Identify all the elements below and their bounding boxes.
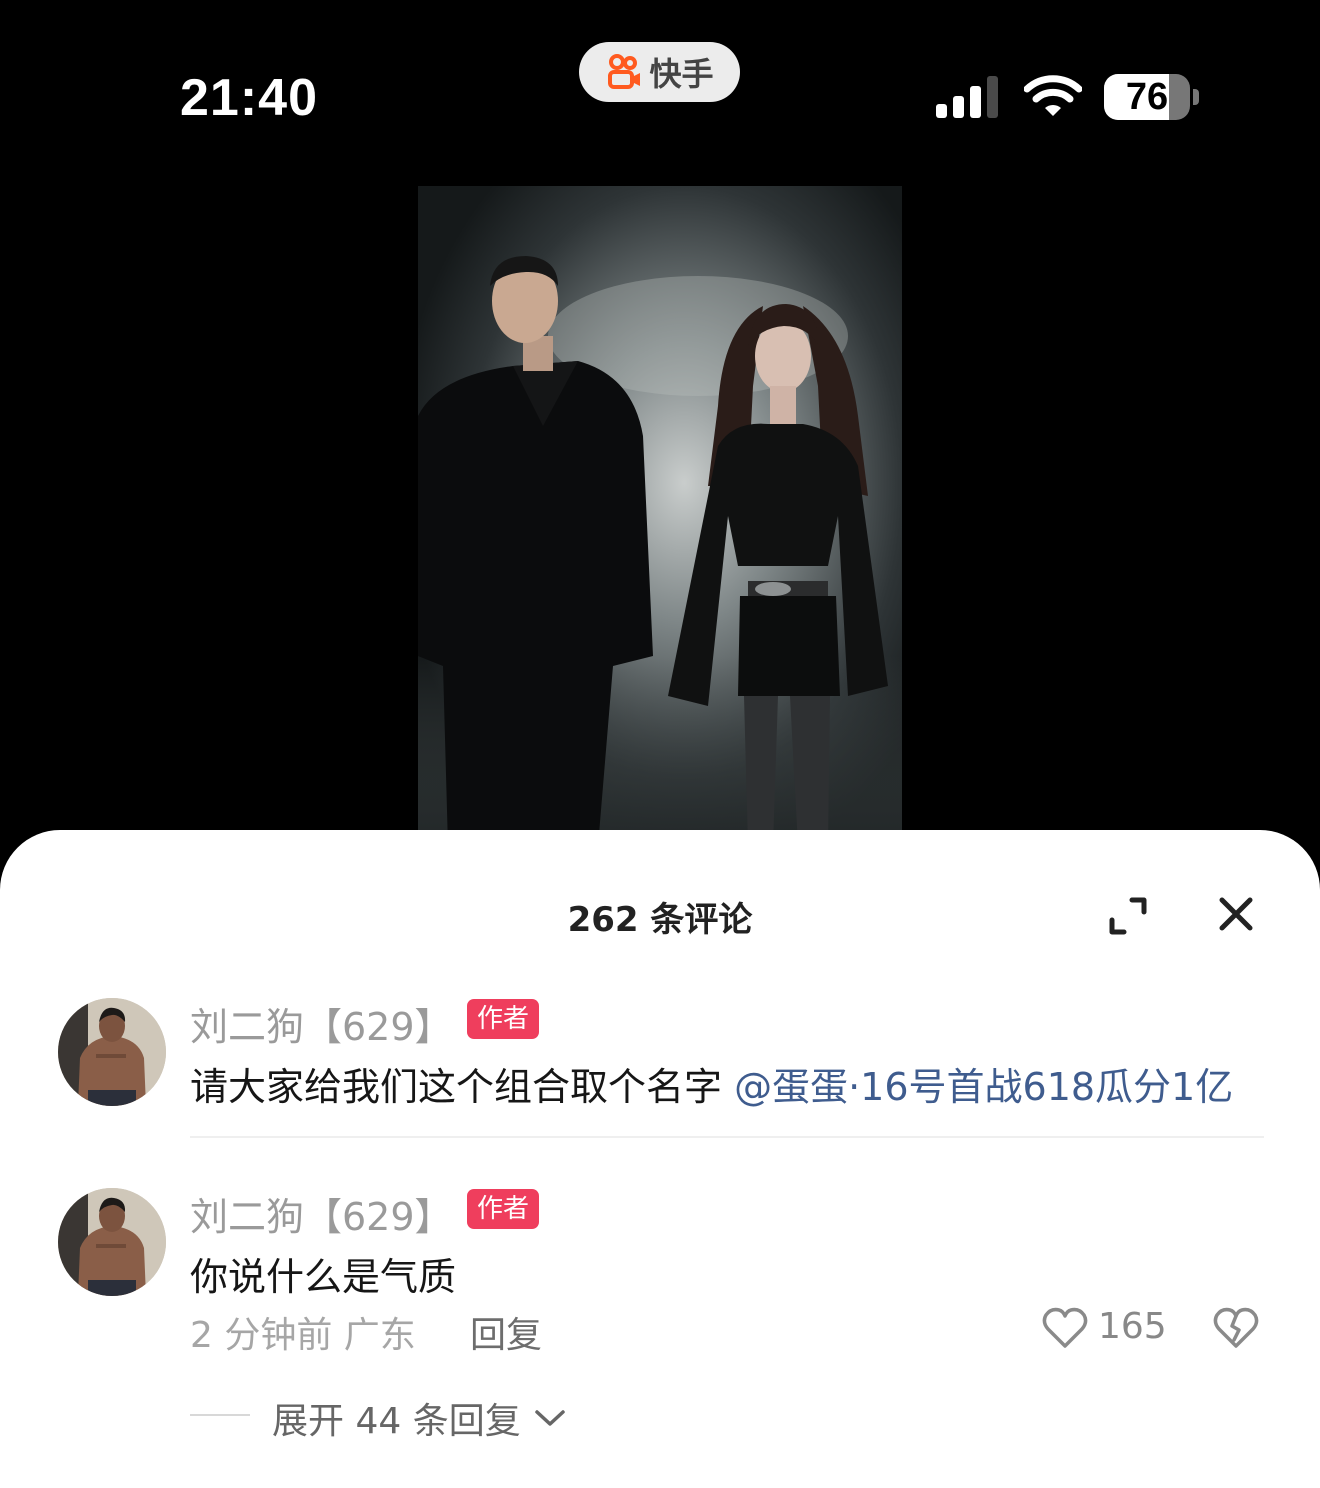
- battery-indicator: 76: [1104, 74, 1200, 120]
- cellular-signal-icon: [936, 76, 998, 118]
- like-count: 165: [1098, 1306, 1167, 1347]
- comment-divider: [190, 1136, 1264, 1138]
- kuaishou-logo-icon: [608, 54, 641, 89]
- comment-body: 请大家给我们这个组合取个名字: [190, 1065, 735, 1109]
- expand-replies-label: 展开 44 条回复: [272, 1401, 521, 1442]
- close-icon[interactable]: [1216, 894, 1256, 934]
- comment-text: 请大家给我们这个组合取个名字 @蛋蛋·16号首战618瓜分1亿: [190, 1056, 1233, 1111]
- avatar[interactable]: [58, 1188, 166, 1296]
- expand-icon[interactable]: [1106, 894, 1150, 938]
- author-badge: 作者: [467, 1189, 540, 1229]
- expand-replies-button[interactable]: 展开 44 条回复: [272, 1392, 567, 1444]
- app-name: 快手: [649, 55, 714, 93]
- battery-percent: 76: [1125, 76, 1169, 118]
- battery-nub: [1193, 89, 1199, 105]
- comment-author[interactable]: 刘二狗【629】: [190, 996, 453, 1051]
- comment-mention-link[interactable]: @蛋蛋·16号首战618瓜分1亿: [734, 1065, 1233, 1109]
- status-time: 21:40: [180, 69, 318, 127]
- comment-time-location: 2 分钟前 广东: [190, 1315, 416, 1356]
- chevron-down-icon: [534, 1410, 565, 1426]
- wifi-icon: [1024, 75, 1082, 116]
- video-frame-image: [418, 186, 902, 846]
- app-indicator-pill[interactable]: 快手: [579, 42, 740, 102]
- comment-author[interactable]: 刘二狗【629】: [190, 1186, 453, 1241]
- comments-sheet: 262 条评论: [0, 830, 1320, 1488]
- expand-replies-line: [190, 1414, 250, 1416]
- heart-icon[interactable]: [1042, 1306, 1088, 1350]
- author-badge: 作者: [467, 999, 540, 1039]
- video-player[interactable]: [418, 186, 902, 846]
- reply-button[interactable]: 回复: [470, 1306, 542, 1358]
- avatar[interactable]: [58, 998, 166, 1106]
- avatar-image: [58, 1188, 166, 1296]
- broken-heart-icon[interactable]: [1212, 1306, 1260, 1350]
- comment-text: 你说什么是气质: [190, 1255, 457, 1299]
- avatar-image: [58, 998, 166, 1106]
